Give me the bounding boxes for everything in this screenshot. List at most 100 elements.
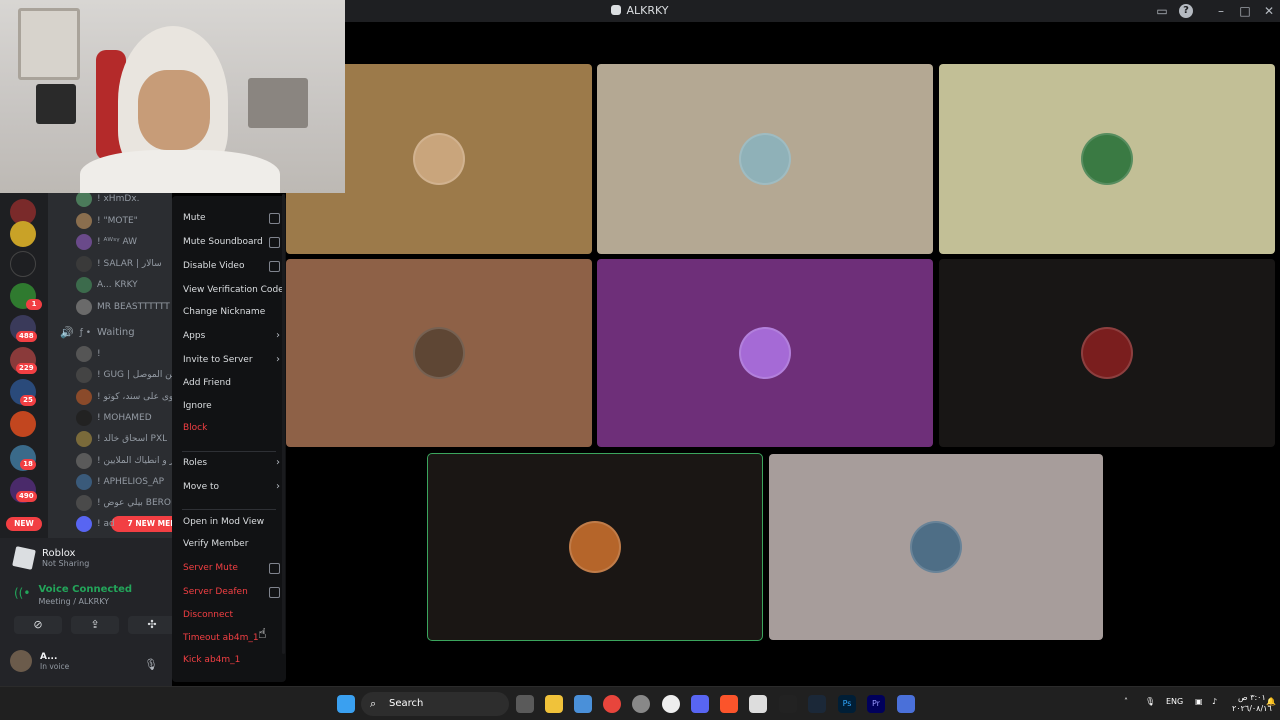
voice-member[interactable]: ! "MOTE": [76, 212, 172, 230]
notifications-icon[interactable]: 🔔: [1266, 697, 1276, 706]
menu-item-server-mute[interactable]: Server Mute: [178, 558, 280, 578]
voice-member[interactable]: ! شكوى على سند، كوتو: [76, 388, 172, 406]
menu-item-apps[interactable]: Apps ›: [178, 326, 280, 346]
photoshop-icon[interactable]: Ps: [838, 695, 856, 713]
app-icon[interactable]: [897, 695, 915, 713]
voice-member[interactable]: ! بيلي عوض BERO: [76, 494, 172, 512]
brave-icon[interactable]: [720, 695, 738, 713]
start-icon[interactable]: [337, 695, 355, 713]
menu-item-open-in-mod-view[interactable]: Open in Mod View: [178, 512, 280, 532]
close-icon[interactable]: ✕: [1262, 4, 1276, 18]
menu-item-disable-video[interactable]: Disable Video: [178, 256, 280, 276]
avatar: [76, 234, 92, 250]
menu-item-move-to[interactable]: Move to ›: [178, 477, 280, 497]
capcut-icon[interactable]: [779, 695, 797, 713]
file-explorer-icon[interactable]: [545, 695, 563, 713]
menu-item-disconnect[interactable]: Disconnect: [178, 605, 280, 625]
checkbox[interactable]: [269, 261, 280, 272]
voice-member[interactable]: A... KRKY: [76, 276, 172, 294]
activities-button[interactable]: ✣: [128, 616, 176, 634]
checkbox[interactable]: [269, 237, 280, 248]
menu-item-verify-member[interactable]: Verify Member: [178, 534, 280, 554]
video-tile[interactable]: [597, 259, 933, 447]
inbox-icon[interactable]: ▭: [1155, 4, 1169, 18]
member-name: ! ad: [97, 519, 115, 530]
camera-off-button[interactable]: ⊘: [14, 616, 62, 634]
language-indicator[interactable]: ENG: [1166, 697, 1183, 706]
steam-deck-icon[interactable]: [662, 695, 680, 713]
server-icon[interactable]: [10, 411, 36, 437]
voice-member[interactable]: MR BEASTTTTTT: [76, 298, 172, 316]
avatar: [76, 367, 92, 384]
voice-member[interactable]: ! APHELIOS_AP: [76, 473, 172, 491]
menu-item-label: Open in Mod View: [183, 517, 265, 527]
user-context-menu: Mute Mute Soundboard Disable Video View Ver…: [172, 196, 286, 682]
member-name: A... KRKY: [97, 280, 138, 290]
new-pill[interactable]: NEW: [6, 517, 42, 531]
minimize-icon[interactable]: –: [1214, 4, 1228, 18]
checkbox[interactable]: [269, 587, 280, 598]
voice-member[interactable]: ! SALAR | سالار: [76, 255, 172, 273]
tray-mic-icon[interactable]: 🎙: [1145, 697, 1155, 706]
checkbox[interactable]: [269, 213, 280, 224]
member-name: ! بيلي عوض BERO: [97, 498, 171, 509]
voice-member[interactable]: ! ᴬᵂˢᵞ AW: [76, 233, 172, 251]
menu-item-label: Move to: [183, 482, 220, 492]
menu-item-mute[interactable]: Mute: [178, 208, 280, 228]
voice-member[interactable]: ! سالار و انطياك الملايين: [76, 452, 172, 470]
video-tile[interactable]: [286, 259, 592, 447]
discord-icon[interactable]: [691, 695, 709, 713]
voice-member[interactable]: ! ad: [76, 515, 172, 533]
obs-icon[interactable]: [632, 695, 650, 713]
store-icon[interactable]: [574, 695, 592, 713]
chrome-icon[interactable]: [603, 695, 621, 713]
mic-icon[interactable]: 🎙: [144, 658, 158, 671]
menu-item-server-deafen[interactable]: Server Deafen: [178, 582, 280, 602]
menu-item-kick-ab4m-1[interactable]: Kick ab4m_1: [178, 650, 280, 670]
steam-icon[interactable]: [808, 695, 826, 713]
menu-item-change-nickname[interactable]: Change Nickname: [178, 302, 280, 322]
menu-item-roles[interactable]: Roles ›: [178, 453, 280, 473]
channel-label: Waiting: [97, 327, 135, 338]
menu-item-add-friend[interactable]: Add Friend: [178, 373, 280, 393]
volume-icon[interactable]: ♪: [1212, 697, 1217, 706]
snipping-icon[interactable]: [749, 695, 767, 713]
help-icon[interactable]: ?: [1179, 4, 1193, 18]
menu-item-block[interactable]: Block: [178, 418, 280, 438]
video-tile[interactable]: [769, 454, 1103, 640]
video-tile[interactable]: [939, 259, 1275, 447]
activity-title: Roblox: [42, 548, 76, 559]
network-icon[interactable]: ▣: [1195, 697, 1203, 706]
video-tile[interactable]: [939, 64, 1275, 254]
menu-item-ignore[interactable]: Ignore: [178, 396, 280, 416]
menu-scrollbar[interactable]: [282, 194, 285, 654]
voice-member[interactable]: ! اسحاق خالد PXL: [76, 430, 172, 448]
avatar: [739, 327, 791, 379]
user-name: A...: [40, 651, 58, 662]
menu-item-mute-soundboard[interactable]: Mute Soundboard: [178, 232, 280, 252]
voice-member[interactable]: ! xHmDx.: [76, 193, 172, 208]
maximize-icon[interactable]: □: [1238, 4, 1252, 18]
voice-member[interactable]: ! MOHAMED: [76, 409, 172, 427]
voice-channel-waiting[interactable]: 🔊 ƒ • Waiting: [60, 326, 135, 339]
server-icon[interactable]: [10, 221, 36, 247]
premiere-icon[interactable]: Pr: [867, 695, 885, 713]
taskbar-search[interactable]: ⌕ Search: [361, 692, 509, 716]
menu-item-view-verification-code[interactable]: View Verification Code: [178, 280, 284, 300]
video-tile[interactable]: [597, 64, 933, 254]
share-screen-button[interactable]: ⇪: [71, 616, 119, 634]
voice-member[interactable]: !: [76, 345, 172, 363]
video-tile[interactable]: [427, 453, 763, 641]
tray-chevron-icon[interactable]: ˄: [1124, 697, 1128, 706]
avatar: [76, 193, 92, 207]
activity-status[interactable]: Roblox Not Sharing: [12, 546, 89, 570]
checkbox[interactable]: [269, 563, 280, 574]
voice-member[interactable]: ! GUG | ابن الموصل: [76, 366, 172, 384]
task-view-icon[interactable]: [516, 695, 534, 713]
server-icon[interactable]: [10, 251, 36, 277]
menu-item-label: Block: [183, 423, 208, 433]
menu-item-invite-to-server[interactable]: Invite to Server ›: [178, 350, 280, 370]
current-user[interactable]: A... In voice: [10, 650, 69, 672]
voice-connection[interactable]: ((• Voice Connected Meeting / ALKRKY: [14, 584, 132, 606]
wall-frame: [36, 84, 76, 124]
